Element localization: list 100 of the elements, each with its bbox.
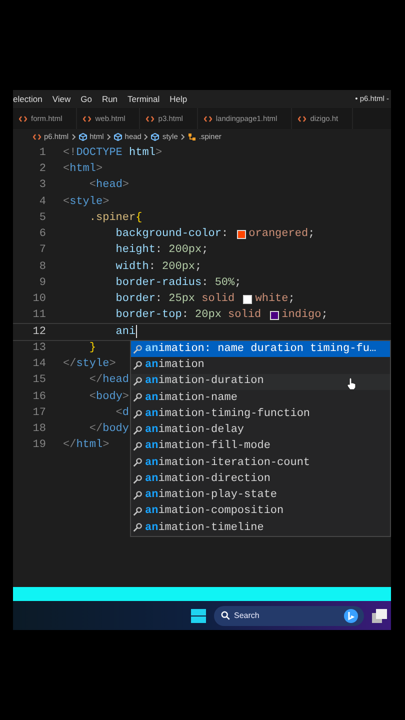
chevron-icon: [106, 134, 111, 140]
suggestion-item[interactable]: animation-name: [131, 390, 390, 406]
search-icon: [221, 611, 230, 620]
code-token: >: [122, 390, 130, 405]
code-token: head: [102, 373, 130, 388]
code-token: border: [114, 292, 156, 308]
menu-item[interactable]: Help: [170, 92, 188, 106]
suggestion-item[interactable]: animation: [131, 357, 390, 374]
menu-item[interactable]: Run: [102, 92, 118, 106]
suggestion-item[interactable]: animation-direction: [131, 471, 390, 488]
menu-item[interactable]: View: [52, 92, 71, 106]
code-token: solid: [227, 308, 262, 324]
code-token: d: [122, 406, 130, 421]
code-token: <: [88, 178, 96, 194]
code-token: ;: [195, 260, 202, 275]
code-token: border-radius: [114, 276, 202, 291]
code-token: ;: [288, 292, 295, 308]
code-token: 50%: [214, 276, 235, 291]
suggestion-item[interactable]: animation-timeline: [131, 520, 390, 536]
line-number: 15: [32, 373, 46, 388]
code-token: .spiner: [88, 210, 136, 226]
code-token: <!: [63, 146, 76, 161]
code-token: >: [102, 194, 110, 210]
chevron-icon: [144, 134, 148, 140]
code-token: body: [96, 390, 122, 405]
code-token: ;: [234, 276, 242, 291]
code-icon: [146, 116, 154, 122]
line-number: 9: [38, 276, 46, 291]
code-token: height: [114, 243, 156, 258]
code-token: :: [221, 227, 230, 242]
code-token: <: [63, 162, 70, 178]
code-token: <: [114, 406, 122, 421]
windows-logo-icon[interactable]: [191, 608, 206, 622]
code-icon: [298, 116, 306, 122]
line-number: 4: [38, 194, 46, 210]
code-token: body: [102, 422, 130, 438]
code-icon: [204, 116, 212, 122]
code-token: :: [155, 292, 164, 308]
code-token: {: [136, 210, 142, 226]
code-token: width: [114, 260, 149, 275]
suggestion-item[interactable]: animation: name duration timing-fu…: [131, 341, 390, 358]
code-token: 200px: [168, 243, 202, 258]
code-token: :: [155, 243, 164, 258]
code-token: solid: [200, 292, 236, 308]
code-token: style: [70, 194, 103, 210]
code-token: 25px: [168, 292, 196, 308]
menu-item[interactable]: election: [13, 92, 42, 106]
line-number: 10: [32, 292, 46, 308]
code-token: }: [88, 340, 96, 356]
code-token: :: [148, 260, 156, 275]
code-token: </: [88, 422, 103, 438]
code-token: ;: [321, 308, 328, 324]
code-token: :: [202, 276, 210, 291]
code-token: html: [70, 162, 96, 178]
code-icon: [83, 116, 92, 122]
code-token: style: [76, 357, 110, 372]
code-token: >: [96, 162, 103, 178]
chevron-icon: [72, 134, 76, 140]
code-token: orangered: [248, 227, 308, 242]
chevron-icon: [180, 134, 185, 140]
code-token: <: [63, 194, 70, 210]
code-token: DOCTYPE: [76, 146, 122, 161]
suggestion-item[interactable]: animation-play-state: [131, 487, 390, 504]
suggestion-item[interactable]: animation-iteration-count: [131, 454, 390, 471]
task-view-icon[interactable]: [372, 608, 387, 622]
text-cursor: [136, 325, 137, 338]
code-token: ;: [202, 243, 208, 258]
code-icon: [33, 134, 41, 140]
code-token: white: [255, 292, 288, 308]
code-token: </: [63, 438, 76, 454]
suggestion-item[interactable]: animation-delay: [131, 422, 390, 438]
line-number: 12: [32, 324, 46, 340]
line-number: 1: [38, 146, 46, 161]
suggestion-item[interactable]: animation-fill-mode: [131, 438, 390, 455]
rule-icon: [188, 133, 196, 141]
menu-item[interactable]: Terminal: [128, 92, 160, 106]
code-icon: [19, 116, 27, 122]
line-number: 14: [32, 357, 46, 372]
code-token: >: [155, 146, 162, 161]
suggestion-item[interactable]: animation-timing-function: [131, 406, 390, 422]
line-number: 13: [32, 340, 46, 356]
suggestion-item[interactable]: animation-composition: [131, 504, 390, 520]
menu-item[interactable]: Go: [80, 92, 92, 106]
suggestion-item[interactable]: animation-duration: [131, 374, 390, 390]
code-token: >: [109, 357, 116, 372]
code-token: head: [96, 178, 122, 194]
line-number: 19: [32, 438, 46, 454]
line-number: 3: [38, 178, 46, 194]
line-number: 7: [38, 243, 46, 258]
bing-icon[interactable]: [344, 608, 358, 622]
hand-pointer-icon: [347, 378, 356, 390]
code-token: </: [88, 373, 103, 388]
line-number: 5: [38, 210, 46, 226]
line-number: 11: [32, 308, 46, 324]
code-token: </: [63, 357, 76, 372]
code-token: indigo: [282, 308, 322, 324]
search-field[interactable]: Search: [214, 606, 364, 626]
line-number: 16: [32, 390, 46, 405]
line-number: 17: [32, 406, 46, 421]
code-token: >: [122, 178, 130, 194]
